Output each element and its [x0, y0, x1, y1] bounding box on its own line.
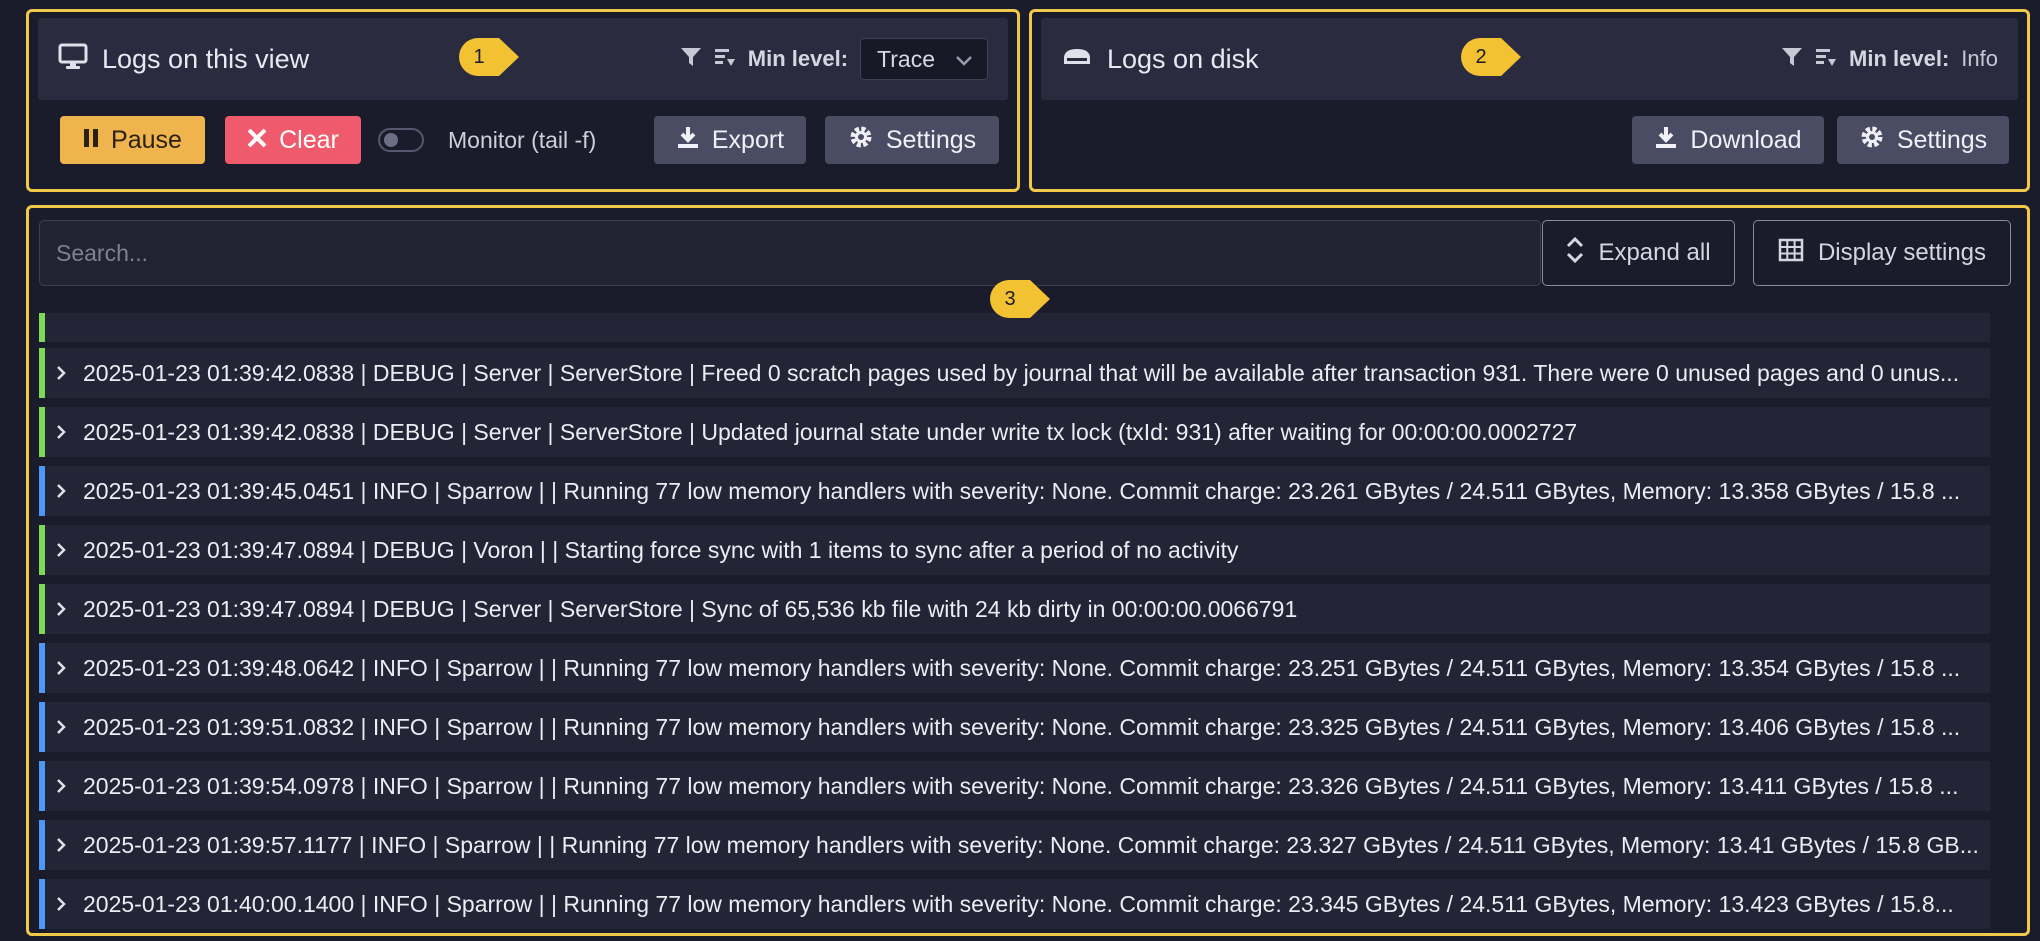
step-badge-1: 1 [459, 38, 519, 76]
monitor-toggle[interactable] [378, 128, 424, 152]
monitor-toggle-group: Monitor (tail -f) [378, 116, 596, 164]
chevron-right-icon[interactable] [55, 660, 69, 676]
level-list-icon [1815, 46, 1837, 73]
disk-settings-button[interactable]: Settings [1837, 116, 2009, 164]
chevron-right-icon[interactable] [55, 719, 69, 735]
min-level-label: Min level: [747, 46, 849, 71]
chevron-right-icon[interactable] [55, 896, 69, 912]
monitor-label: Monitor (tail -f) [448, 126, 597, 153]
logs-on-view-header: Logs on this view Min level: Trace [38, 18, 1008, 100]
logs-on-disk-panel: Logs on disk Min level: Info Download Se… [1029, 9, 2030, 192]
log-row[interactable]: 2025-01-23 01:39:57.1177 | INFO | Sparro… [39, 820, 1990, 870]
log-row[interactable]: 2025-01-23 01:39:45.0451 | INFO | Sparro… [39, 466, 1990, 516]
log-level-bar [39, 466, 45, 516]
close-icon [247, 126, 267, 155]
display-settings-button[interactable]: Display settings [1753, 220, 2011, 286]
min-level-select[interactable]: Trace [860, 38, 988, 80]
log-row[interactable]: 2025-01-23 01:39:54.0978 | INFO | Sparro… [39, 761, 1990, 811]
log-row[interactable]: 2025-01-23 01:40:00.1400 | INFO | Sparro… [39, 879, 1990, 929]
log-level-bar [39, 313, 45, 342]
chevron-right-icon[interactable] [55, 483, 69, 499]
clear-button[interactable]: Clear [225, 116, 361, 164]
filter-icon[interactable] [680, 46, 702, 73]
log-text: 2025-01-23 01:39:47.0894 | DEBUG | Serve… [83, 595, 1298, 622]
display-settings-label: Display settings [1817, 239, 1987, 266]
log-text: 2025-01-23 01:39:47.0894 | DEBUG | Voron… [83, 536, 1239, 563]
log-level-bar [39, 584, 45, 634]
log-row[interactable]: 2025-01-23 01:39:51.0832 | INFO | Sparro… [39, 702, 1990, 752]
clear-label: Clear [279, 125, 339, 154]
log-level-bar [39, 407, 45, 457]
filter-icon[interactable] [1781, 46, 1803, 73]
gear-icon [848, 124, 874, 157]
pause-icon [83, 126, 99, 155]
gear-icon [1859, 124, 1885, 157]
chevron-right-icon[interactable] [55, 837, 69, 853]
chevron-right-icon[interactable] [55, 778, 69, 794]
pause-label: Pause [111, 125, 182, 154]
expand-icon [1566, 236, 1584, 271]
chevron-right-icon[interactable] [55, 542, 69, 558]
log-text: 2025-01-23 01:39:48.0642 | INFO | Sparro… [83, 654, 1961, 681]
log-row[interactable]: 2025-01-23 01:39:42.0838 | DEBUG | Serve… [39, 348, 1990, 398]
chevron-right-icon[interactable] [55, 365, 69, 381]
download-icon [676, 125, 700, 156]
chevron-right-icon[interactable] [55, 601, 69, 617]
search-input[interactable] [39, 220, 1541, 286]
log-level-bar [39, 820, 45, 870]
pause-button[interactable]: Pause [60, 116, 205, 164]
disk-settings-label: Settings [1896, 125, 1988, 154]
log-row[interactable]: 2025-01-23 01:39:47.0894 | DEBUG | Voron… [39, 525, 1990, 575]
level-list-icon [714, 46, 736, 73]
log-text: 2025-01-23 01:39:51.0832 | INFO | Sparro… [83, 713, 1961, 740]
logs-on-view-panel: Logs on this view Min level: Trace Pause [26, 9, 1020, 192]
export-label: Export [711, 125, 785, 154]
view-settings-button[interactable]: Settings [825, 116, 999, 164]
log-level-bar [39, 879, 45, 929]
download-label: Download [1690, 125, 1802, 154]
download-button[interactable]: Download [1632, 116, 1824, 164]
log-text: 2025-01-23 01:39:54.0978 | INFO | Sparro… [83, 772, 1959, 799]
log-level-bar [39, 643, 45, 693]
view-settings-label: Settings [885, 125, 977, 154]
expand-all-button[interactable]: Expand all [1542, 220, 1735, 286]
step-badge-2: 2 [1461, 38, 1521, 76]
monitor-icon [58, 43, 88, 76]
chevron-down-icon [955, 46, 973, 73]
log-text: 2025-01-23 01:40:00.1400 | INFO | Sparro… [83, 890, 1954, 917]
log-text: 2025-01-23 01:39:42.0838 | DEBUG | Serve… [83, 418, 1578, 445]
disk-min-level-label: Min level: [1849, 46, 1950, 71]
log-row[interactable]: 2025-01-23 01:39:47.0894 | DEBUG | Serve… [39, 584, 1990, 634]
log-level-bar [39, 525, 45, 575]
log-text: 2025-01-23 01:39:45.0451 | INFO | Sparro… [83, 477, 1961, 504]
log-row[interactable]: 2025-01-23 01:39:48.0642 | INFO | Sparro… [39, 643, 1990, 693]
table-icon [1778, 238, 1804, 269]
download-icon [1654, 125, 1678, 156]
export-button[interactable]: Export [654, 116, 806, 164]
log-level-bar [39, 761, 45, 811]
logs-on-disk-header: Logs on disk Min level: Info [1041, 18, 2018, 100]
log-level-bar [39, 702, 45, 752]
chevron-right-icon[interactable] [55, 424, 69, 440]
log-row[interactable]: 2025-01-23 01:39:42.0838 | DEBUG | Serve… [39, 407, 1990, 457]
log-text: 2025-01-23 01:39:42.0838 | DEBUG | Serve… [83, 359, 1960, 386]
log-text: 2025-01-23 01:39:57.1177 | INFO | Sparro… [83, 831, 1979, 858]
logs-on-view-title: Logs on this view [102, 43, 310, 74]
step-badge-3: 3 [990, 280, 1050, 318]
expand-all-label: Expand all [1598, 239, 1711, 266]
logs-on-disk-title: Logs on disk [1107, 43, 1259, 74]
disk-icon [1061, 47, 1093, 72]
log-list: 2025-01-23 01:39:42.0838 | DEBUG | Serve… [39, 313, 1990, 938]
log-level-bar [39, 348, 45, 398]
min-level-value: Trace [877, 45, 935, 72]
disk-min-level-value: Info [1961, 46, 1998, 71]
